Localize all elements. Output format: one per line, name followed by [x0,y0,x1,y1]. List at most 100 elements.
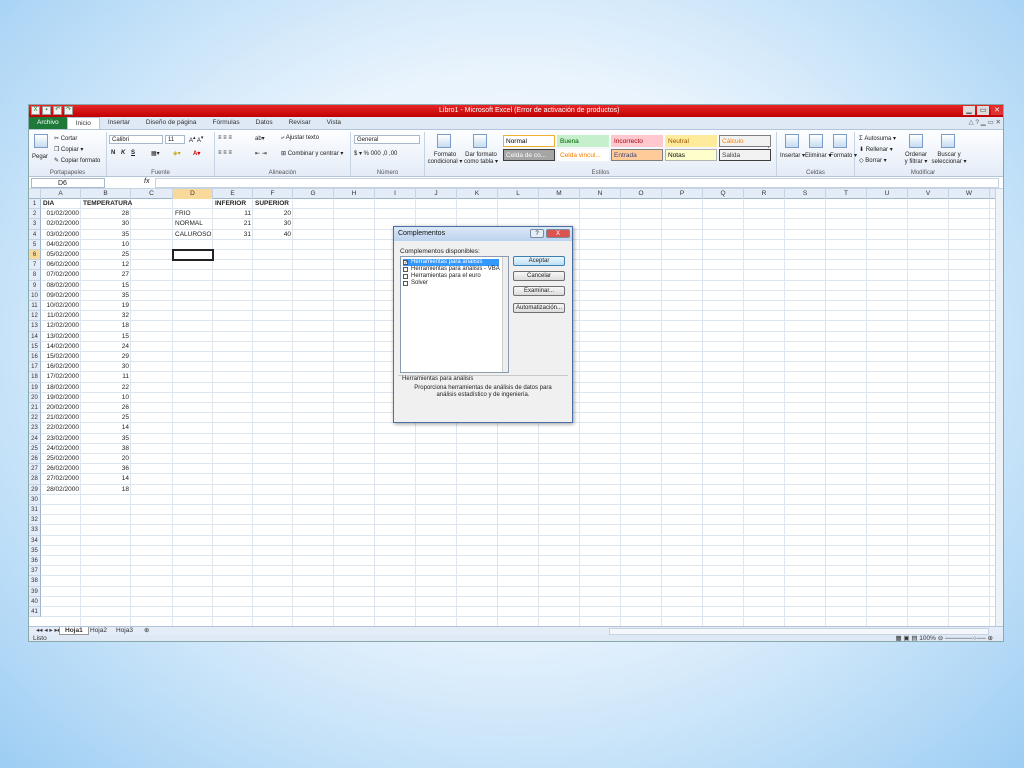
row-header-3[interactable]: 3 [29,219,41,230]
grow-font-icon[interactable]: A▴ A▾ [189,135,203,144]
cell-a3[interactable]: 02/02/2000 [43,219,79,229]
cell-e3[interactable]: 21 [215,219,251,229]
tab-diseno-pagina[interactable]: Diseño de página [138,117,205,129]
insert-cells-button[interactable]: Insertar ▾ [780,152,805,159]
cell-a26[interactable]: 25/02/2000 [43,454,79,464]
conditional-format-button[interactable]: Formato condicional ▾ [427,152,463,165]
cell-a18[interactable]: 17/02/2000 [43,372,79,382]
column-header-s[interactable]: S [785,189,826,199]
dialog-close-button[interactable]: X [546,229,570,238]
tab-datos[interactable]: Datos [248,117,281,129]
addin-item[interactable]: Herramientas para análisis - VBA [403,266,500,273]
column-header-u[interactable]: U [867,189,908,199]
undo-icon[interactable]: ↶ [53,106,62,115]
cell-b20[interactable]: 10 [83,393,129,403]
maximize-button[interactable]: ▭ [977,106,989,115]
cell-b13[interactable]: 18 [83,321,129,331]
cell-style-7[interactable]: Entrada [611,149,663,161]
cell-b1[interactable]: TEMPERATURA [83,199,132,209]
cell-b3[interactable]: 30 [83,219,129,229]
cell-style-2[interactable]: Incorrecto [611,135,663,147]
cell-a27[interactable]: 26/02/2000 [43,464,79,474]
row-header-31[interactable]: 31 [29,505,41,516]
cell-style-1[interactable]: Buena [557,135,609,147]
row-header-24[interactable]: 24 [29,433,41,444]
cell-b10[interactable]: 35 [83,291,129,301]
row-header-8[interactable]: 8 [29,270,41,281]
cell-b2[interactable]: 28 [83,209,129,219]
align-top-icon[interactable]: ≡ ≡ ≡ [218,135,232,141]
clear-button[interactable]: ◇ Borrar ▾ [859,157,887,164]
addin-item[interactable]: Herramientas para el euro [403,273,499,280]
row-header-32[interactable]: 32 [29,515,41,526]
redo-icon[interactable]: ↷ [64,106,73,115]
row-header-26[interactable]: 26 [29,454,41,465]
new-sheet-icon[interactable]: ⊕ [139,627,154,635]
tab-insertar[interactable]: Insertar [100,117,138,129]
column-header-c[interactable]: C [131,189,173,199]
cell-a1[interactable]: DIA [43,199,79,209]
row-header-22[interactable]: 22 [29,413,41,424]
font-size-select[interactable]: 11 [165,135,185,144]
addins-list[interactable]: ✓ Herramientas para análisis Herramientas… [400,256,509,373]
merge-center-button[interactable]: ⊞ Combinar y centrar ▾ [281,150,343,157]
fill-button[interactable]: ⬇ Rellenar ▾ [859,146,893,153]
cell-a21[interactable]: 20/02/2000 [43,403,79,413]
row-header-40[interactable]: 40 [29,596,41,607]
row-header-14[interactable]: 14 [29,331,41,342]
row-header-5[interactable]: 5 [29,239,41,250]
row-header-28[interactable]: 28 [29,474,41,485]
cell-a20[interactable]: 19/02/2000 [43,393,79,403]
cell-f2[interactable]: 20 [255,209,291,219]
align-left-icon[interactable]: ≡ ≡ ≡ [218,150,232,156]
cell-b6[interactable]: 25 [83,250,129,260]
cell-style-4[interactable]: Cálculo [719,135,771,147]
cell-f4[interactable]: 40 [255,230,291,240]
cell-b14[interactable]: 15 [83,332,129,342]
cell-b29[interactable]: 18 [83,485,129,495]
cell-style-0[interactable]: Normal [503,135,555,147]
list-scrollbar[interactable] [502,257,508,372]
row-header-29[interactable]: 29 [29,484,41,495]
cell-a12[interactable]: 11/02/2000 [43,311,79,321]
format-painter-button[interactable]: ✎ Copiar formato [54,157,100,164]
cell-d4[interactable]: CALUROSO [175,230,211,240]
row-header-25[interactable]: 25 [29,443,41,454]
column-header-v[interactable]: V [908,189,949,199]
column-header-d[interactable]: D [173,189,213,199]
column-header-j[interactable]: J [416,189,457,199]
cell-b11[interactable]: 19 [83,301,129,311]
cell-style-9[interactable]: Salida [719,149,771,161]
examinar-button[interactable]: Examinar... [513,286,565,296]
cancelar-button[interactable]: Cancelar [513,271,565,281]
save-icon[interactable]: ▪ [42,106,51,115]
sort-filter-button[interactable]: Ordenar y filtrar ▾ [903,152,929,165]
cell-a22[interactable]: 21/02/2000 [43,413,79,423]
checkbox-icon[interactable] [403,274,408,279]
formula-input[interactable] [155,178,999,188]
borders-icon[interactable]: ▦▾ [151,150,160,157]
number-format-buttons[interactable]: $ ▾ % 000 ,0 ,00 [354,150,397,157]
cell-a29[interactable]: 28/02/2000 [43,485,79,495]
cell-b8[interactable]: 27 [83,270,129,280]
row-header-16[interactable]: 16 [29,352,41,363]
cell-b5[interactable]: 10 [83,240,129,250]
column-header-i[interactable]: I [375,189,416,199]
view-icons[interactable]: ▦ ▣ ▤ [895,635,919,641]
row-header-41[interactable]: 41 [29,607,41,618]
cell-b24[interactable]: 35 [83,434,129,444]
cell-a4[interactable]: 03/02/2000 [43,230,79,240]
horizontal-scrollbar[interactable] [609,628,989,635]
underline-button[interactable]: S [131,150,135,156]
row-header-2[interactable]: 2 [29,209,41,220]
cell-a24[interactable]: 23/02/2000 [43,434,79,444]
checkbox-icon[interactable] [403,281,408,286]
paste-button[interactable]: Pegar [32,154,48,160]
column-header-e[interactable]: E [213,189,253,199]
cell-style-8[interactable]: Notas [665,149,717,161]
column-header-f[interactable]: F [253,189,293,199]
column-header-b[interactable]: B [81,189,131,199]
column-header-g[interactable]: G [293,189,334,199]
row-header-10[interactable]: 10 [29,290,41,301]
checkbox-checked-icon[interactable]: ✓ [403,260,408,266]
